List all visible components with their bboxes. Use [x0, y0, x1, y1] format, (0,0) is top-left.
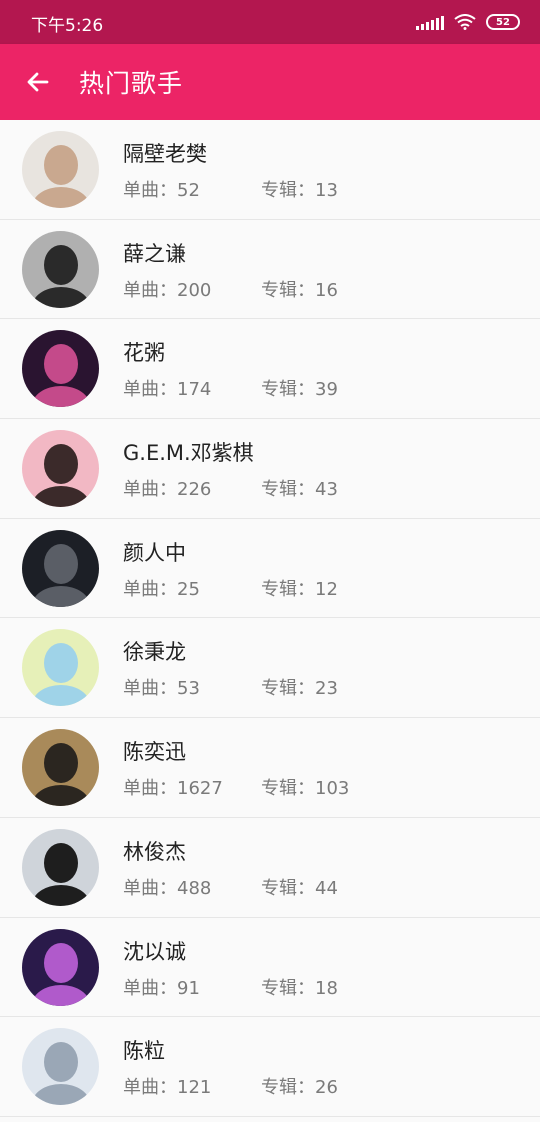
avatar-figure: [44, 344, 78, 385]
arrow-left-icon: [27, 72, 49, 92]
albums-count: 专辑：39: [261, 379, 338, 401]
singles-count: 单曲：121: [123, 1077, 212, 1099]
avatar-shoulders: [32, 785, 90, 807]
singer-avatar: [22, 729, 99, 807]
battery-icon: 52: [486, 14, 520, 30]
wifi-icon: [454, 14, 476, 30]
singer-name: 颜人中: [123, 540, 186, 565]
avatar-shoulders: [32, 984, 90, 1006]
singles-count: 单曲：488: [123, 877, 212, 899]
singer-name: 陈粒: [123, 1039, 165, 1064]
singer-name: 隔壁老樊: [123, 142, 207, 166]
singer-avatar: [22, 230, 99, 308]
singles-count: 单曲：52: [123, 180, 200, 201]
singer-avatar: [22, 629, 99, 707]
singer-list-item[interactable]: 隔壁老樊单曲：52 专辑：13: [0, 120, 540, 220]
singer-list: 隔壁老樊单曲：52 专辑：13 薛之谦单曲：200 专辑：16 花粥单曲：174 专辑：3…: [0, 120, 540, 1117]
singer-name: 沈以诚: [123, 939, 186, 964]
albums-count: 专辑：13: [261, 180, 338, 201]
singer-avatar: [22, 828, 99, 906]
singer-avatar: [22, 330, 99, 408]
status-time: 下午5:26: [31, 16, 104, 36]
avatar-shoulders: [32, 187, 90, 208]
singer-name: 薛之谦: [123, 241, 186, 266]
singer-name: 林俊杰: [123, 839, 186, 864]
singer-list-item[interactable]: 陈奕迅单曲：1627 专辑：103: [0, 718, 540, 818]
avatar-figure: [44, 942, 78, 983]
singer-avatar: [22, 928, 99, 1006]
singer-list-item[interactable]: 徐秉龙单曲：53 专辑：23: [0, 618, 540, 719]
singer-name: G.E.M.邓紫棋: [123, 441, 254, 466]
avatar-figure: [44, 444, 78, 485]
singer-list-item[interactable]: 薛之谦单曲：200 专辑：16: [0, 219, 540, 320]
battery-level: 52: [496, 16, 510, 28]
singles-count: 单曲：1627: [123, 778, 223, 800]
singer-avatar: [22, 131, 99, 208]
singer-avatar: [22, 529, 99, 607]
status-icons: 52: [416, 12, 520, 32]
app-bar: 热门歌手: [0, 44, 540, 120]
avatar-figure: [44, 1042, 78, 1083]
back-button[interactable]: [18, 62, 58, 102]
albums-count: 专辑：18: [261, 977, 338, 999]
avatar-shoulders: [32, 884, 90, 906]
singer-name: 花粥: [123, 341, 165, 366]
avatar-shoulders: [32, 585, 90, 607]
singer-avatar: [22, 430, 99, 508]
avatar-figure: [44, 145, 78, 185]
singer-list-item[interactable]: 颜人中单曲：25 专辑：12: [0, 518, 540, 619]
singles-count: 单曲：25: [123, 578, 200, 600]
page-title: 热门歌手: [79, 69, 184, 98]
albums-count: 专辑：12: [261, 578, 338, 600]
avatar-shoulders: [32, 386, 90, 408]
albums-count: 专辑：44: [261, 877, 338, 899]
avatar-figure: [44, 842, 78, 883]
avatar-shoulders: [32, 486, 90, 508]
avatar-figure: [44, 743, 78, 784]
albums-count: 专辑：26: [261, 1077, 338, 1099]
avatar-shoulders: [32, 286, 90, 308]
singer-avatar: [22, 1028, 99, 1106]
singer-list-item[interactable]: 陈粒单曲：121 专辑：26: [0, 1017, 540, 1117]
singles-count: 单曲：200: [123, 279, 212, 301]
singles-count: 单曲：53: [123, 678, 200, 700]
singer-name: 陈奕迅: [123, 740, 186, 765]
albums-count: 专辑：23: [261, 678, 338, 700]
singles-count: 单曲：226: [123, 479, 212, 501]
singer-list-item[interactable]: 花粥单曲：174 专辑：39: [0, 319, 540, 420]
status-bar: 下午5:26 52: [0, 0, 540, 44]
avatar-shoulders: [32, 685, 90, 707]
albums-count: 专辑：16: [261, 279, 338, 301]
singer-list-item[interactable]: G.E.M.邓紫棋 单曲：226 专辑：43: [0, 419, 540, 519]
avatar-figure: [44, 543, 78, 584]
signal-icon: [416, 14, 444, 30]
singles-count: 单曲：91: [123, 977, 200, 999]
albums-count: 专辑：43: [261, 479, 338, 501]
avatar-shoulders: [32, 1084, 90, 1106]
avatar-figure: [44, 643, 78, 684]
albums-count: 专辑：103: [261, 778, 350, 800]
avatar-figure: [44, 244, 78, 285]
singer-list-item[interactable]: 沈以诚单曲：91 专辑：18: [0, 917, 540, 1018]
singer-list-item[interactable]: 林俊杰单曲：488 专辑：44: [0, 817, 540, 918]
singles-count: 单曲：174: [123, 379, 212, 401]
singer-name: 徐秉龙: [123, 640, 186, 665]
